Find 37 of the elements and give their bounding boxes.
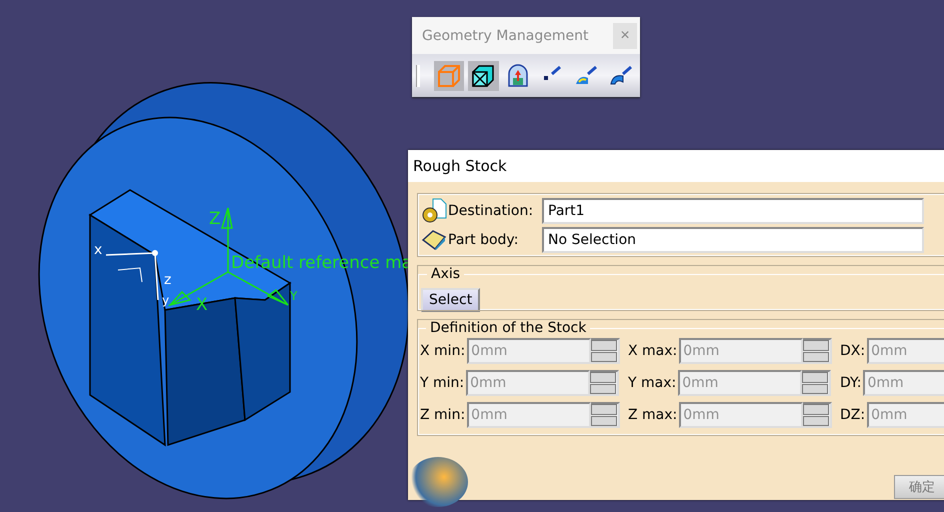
toolbar-title: Geometry Management [422, 28, 588, 44]
spin-arrows[interactable] [802, 370, 832, 396]
spin-arrows[interactable] [590, 370, 620, 396]
field-label: X max: [628, 343, 678, 359]
cube-icon [471, 64, 496, 88]
part-body-field[interactable]: No Selection [542, 226, 924, 252]
field-label: Destination: [447, 202, 534, 218]
spin-arrows[interactable] [803, 402, 832, 428]
tool-button[interactable] [468, 60, 499, 90]
field-label: Z min: [420, 407, 466, 423]
compass-axis-label: z [164, 272, 172, 288]
part-icon [506, 64, 530, 88]
part-body-icon [421, 228, 447, 250]
field-label: X min: [420, 343, 466, 359]
group-legend: Axis [427, 266, 464, 282]
cube-icon [437, 64, 462, 88]
spin-arrows[interactable] [803, 338, 832, 364]
field-label: Z max: [628, 407, 678, 423]
destination-field[interactable]: Part1 [542, 198, 924, 224]
field-label: Part body: [447, 232, 520, 248]
field-label: DY: [840, 375, 862, 391]
compass-axis-label: x [94, 242, 102, 258]
select-button[interactable]: Select [421, 288, 480, 312]
dialog-title: Rough Stock [408, 150, 944, 182]
close-button[interactable]: × [613, 22, 637, 48]
grip-handle[interactable] [416, 64, 420, 86]
shell-wand-icon [608, 64, 633, 88]
axis-label: Z [209, 209, 221, 229]
spin-arrows[interactable] [591, 402, 620, 428]
field-label: DX: [840, 343, 866, 359]
group-legend: Definition of the Stock [426, 320, 590, 336]
field-label: DZ: [840, 407, 866, 423]
field-label: Y min: [420, 375, 464, 391]
gear-document-icon [421, 198, 447, 224]
ok-button[interactable]: 确定 [894, 475, 944, 499]
spin-arrows[interactable] [591, 338, 620, 364]
field-label: Y max: [628, 375, 676, 391]
